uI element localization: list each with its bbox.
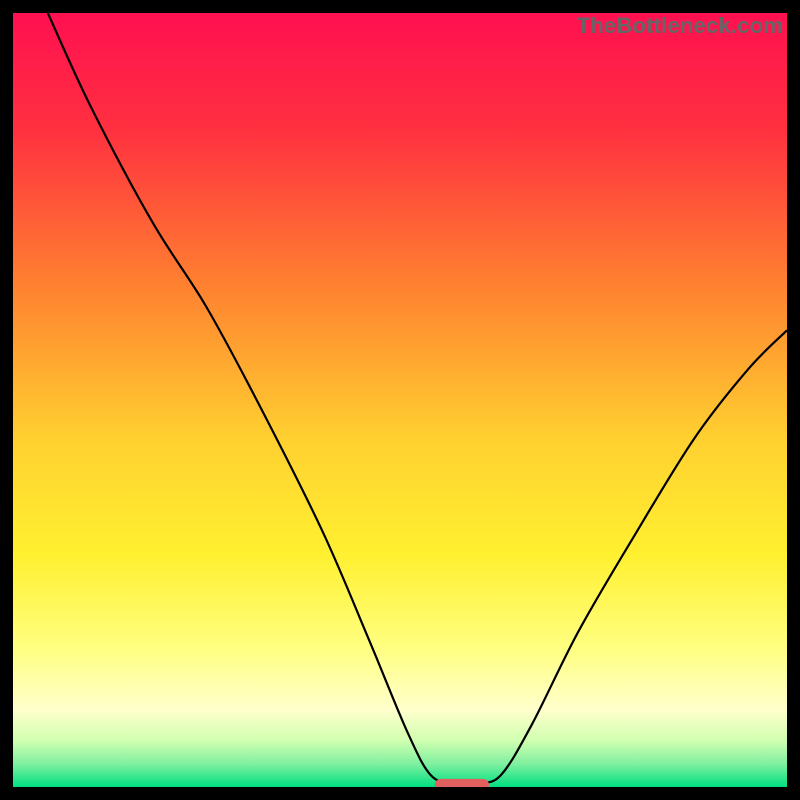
plot-area: TheBottleneck.com	[13, 13, 787, 787]
chart-frame: TheBottleneck.com	[0, 0, 800, 800]
watermark-text: TheBottleneck.com	[577, 13, 783, 39]
chart-svg	[13, 13, 787, 787]
gradient-background	[13, 13, 787, 787]
optimal-marker	[435, 779, 489, 787]
